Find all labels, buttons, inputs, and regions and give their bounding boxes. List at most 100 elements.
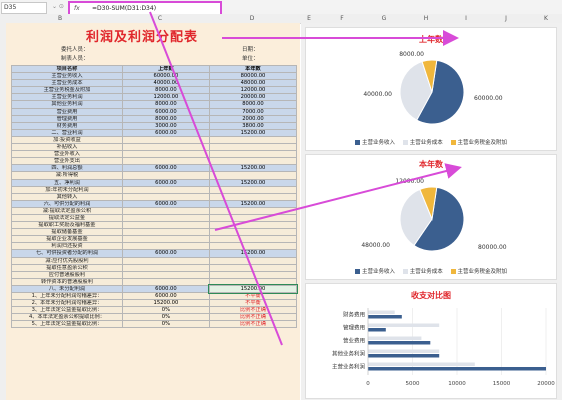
table-cell-prev[interactable]: 0% xyxy=(121,320,210,329)
table-cell-prev[interactable]: 8000.00 xyxy=(121,114,210,123)
table-cell-item[interactable]: 管理费用 xyxy=(11,114,123,123)
table-cell-item[interactable]: 2、本年未分配利润勾稽差异： xyxy=(11,299,123,308)
table-cell-item[interactable]: 提取企业发展基金 xyxy=(11,235,123,244)
table-cell-prev[interactable]: 3000.00 xyxy=(121,121,210,130)
column-header-h[interactable]: H xyxy=(420,14,432,23)
column-header-b[interactable]: B xyxy=(40,14,80,23)
table-cell-prev[interactable]: 6000.00 xyxy=(121,249,210,258)
table-cell-prev[interactable] xyxy=(121,192,210,201)
table-cell-prev[interactable]: 12000.00 xyxy=(121,93,210,102)
table-cell-item[interactable]: 提取法定公益金 xyxy=(11,213,123,223)
table-cell-item[interactable]: 其他业务利润 xyxy=(11,100,123,109)
table-cell-prev[interactable] xyxy=(121,185,210,194)
table-cell-prev[interactable] xyxy=(121,277,210,286)
table-cell-curr[interactable]: 15200.00 xyxy=(208,249,298,258)
table-cell-item[interactable]: 其他转入 xyxy=(11,192,123,201)
table-cell-curr[interactable]: 比例不正确 xyxy=(208,306,298,315)
table-cell-item[interactable]: 减:所得税 xyxy=(11,171,123,180)
table-cell-item[interactable]: 提取任意盈余公积 xyxy=(11,263,123,272)
table-cell-item[interactable]: 减:提取法定盈余公积 xyxy=(11,206,123,215)
table-cell-item[interactable]: 应付普通股股利 xyxy=(11,270,123,279)
bar-prev[interactable] xyxy=(368,336,422,341)
table-cell-item[interactable]: 六、可供分配的利润 xyxy=(11,199,123,208)
table-cell-curr[interactable] xyxy=(208,135,298,145)
table-cell-prev[interactable] xyxy=(121,235,210,244)
table-cell-prev[interactable] xyxy=(121,135,210,145)
bar-chart-comparison[interactable]: 收支对比图 0 5000 10000 15000 20000 主营业务利润 其他业务利润 营业… xyxy=(305,283,557,399)
table-cell-prev[interactable] xyxy=(121,228,210,237)
table-cell-prev[interactable]: 8000.00 xyxy=(121,100,210,109)
table-cell-curr[interactable]: 比例不正确 xyxy=(208,320,298,329)
table-cell-curr[interactable]: 48000.00 xyxy=(208,79,298,88)
table-cell-curr[interactable]: 80000.00 xyxy=(208,72,298,81)
table-cell-item[interactable]: 四、利润总额 xyxy=(11,164,123,173)
column-header-c[interactable]: C xyxy=(140,14,180,23)
table-cell-item[interactable]: 五、净利润 xyxy=(11,178,123,187)
table-cell-curr[interactable]: 15200.00 xyxy=(208,178,298,187)
table-cell-curr[interactable] xyxy=(208,192,298,201)
table-cell-item[interactable]: 补贴收入 xyxy=(11,143,123,152)
table-cell-curr[interactable]: 比例不正确 xyxy=(208,313,298,322)
table-cell-prev[interactable] xyxy=(121,150,210,159)
table-cell-item[interactable]: 二、营业利润 xyxy=(11,128,123,137)
table-cell-prev[interactable] xyxy=(121,256,210,265)
table-cell-item[interactable]: 项目名称 xyxy=(11,64,123,74)
table-cell-prev[interactable]: 6000.00 xyxy=(121,164,210,173)
table-cell-item[interactable]: 营业外支出 xyxy=(11,157,123,166)
table-cell-item[interactable]: 营业外收入 xyxy=(11,150,123,159)
table-cell-prev[interactable]: 60000.00 xyxy=(121,72,210,81)
table-cell-item[interactable]: 加:投资收益 xyxy=(11,135,123,145)
table-cell-curr[interactable]: 15200.00 xyxy=(208,164,298,173)
bar-curr[interactable] xyxy=(368,341,431,345)
column-header-k[interactable]: K xyxy=(540,14,552,23)
table-cell-curr[interactable] xyxy=(208,263,298,272)
table-cell-curr[interactable]: 15200.00 xyxy=(208,284,298,294)
table-cell-curr[interactable] xyxy=(208,185,298,194)
table-cell-curr[interactable]: 12000.00 xyxy=(208,86,298,95)
column-header-j[interactable]: J xyxy=(500,14,512,23)
table-cell-item[interactable]: 主营业务收入 xyxy=(11,72,123,81)
table-cell-prev[interactable] xyxy=(121,242,210,251)
bar-prev[interactable] xyxy=(368,310,395,315)
table-cell-prev[interactable]: 40000.00 xyxy=(121,79,210,88)
column-header-f[interactable]: F xyxy=(336,14,348,23)
table-cell-item[interactable]: 提取储备基金 xyxy=(11,228,123,237)
bar-prev[interactable] xyxy=(368,362,475,367)
table-cell-item[interactable]: 七、可供投资者分配的利润 xyxy=(11,249,123,258)
table-cell-curr[interactable] xyxy=(208,221,298,230)
table-cell-curr[interactable] xyxy=(208,143,298,152)
name-box[interactable]: D35 xyxy=(1,2,47,14)
pie-chart-prev-year[interactable]: 上年数 60000.00 40000.00 8000.00 主营业务收入 主营业务成… xyxy=(305,27,557,151)
table-cell-curr[interactable] xyxy=(208,213,298,223)
table-cell-item[interactable]: 3、上年法定公益金提取比例： xyxy=(11,306,123,315)
table-cell-curr[interactable] xyxy=(208,157,298,166)
table-cell-curr[interactable]: 7000.00 xyxy=(208,107,298,116)
table-cell-prev[interactable]: 6000.00 xyxy=(121,178,210,187)
table-cell-curr[interactable] xyxy=(208,270,298,279)
table-cell-curr[interactable]: 本年数 xyxy=(208,64,298,74)
column-header-g[interactable]: G xyxy=(378,14,390,23)
table-cell-prev[interactable] xyxy=(121,206,210,215)
table-cell-prev[interactable]: 6000.00 xyxy=(121,199,210,208)
table-cell-curr[interactable] xyxy=(208,228,298,237)
table-cell-curr[interactable]: 15200.00 xyxy=(208,128,298,137)
table-cell-item[interactable]: 4、本年法定盈余公积提取比例： xyxy=(11,313,123,322)
table-cell-curr[interactable]: 15200.00 xyxy=(208,199,298,208)
table-cell-item[interactable]: 主营业务利润 xyxy=(11,93,123,102)
formula-text[interactable]: =D30-SUM(D31:D34) xyxy=(92,3,156,14)
table-cell-curr[interactable]: 8000.00 xyxy=(208,100,298,109)
table-cell-item[interactable]: 加:年初未分配利润 xyxy=(11,185,123,194)
fx-icon[interactable]: fx xyxy=(74,3,80,14)
bar-curr[interactable] xyxy=(368,315,402,319)
table-cell-prev[interactable] xyxy=(121,270,210,279)
table-cell-prev[interactable] xyxy=(121,143,210,152)
pie-chart-curr-year[interactable]: 本年数 80000.00 48000.00 12000.00 主营业务收入 主营业务… xyxy=(305,154,557,280)
table-cell-item[interactable]: 1、上年未分配利润勾稽差异： xyxy=(11,291,123,301)
table-cell-item[interactable]: 营业费用 xyxy=(11,107,123,116)
column-header-d[interactable]: D xyxy=(232,14,272,23)
bar-curr[interactable] xyxy=(368,367,546,371)
bar-curr[interactable] xyxy=(368,328,386,332)
table-cell-curr[interactable] xyxy=(208,235,298,244)
table-cell-prev[interactable]: 上年数 xyxy=(121,64,210,74)
table-cell-item[interactable]: 财务费用 xyxy=(11,121,123,130)
